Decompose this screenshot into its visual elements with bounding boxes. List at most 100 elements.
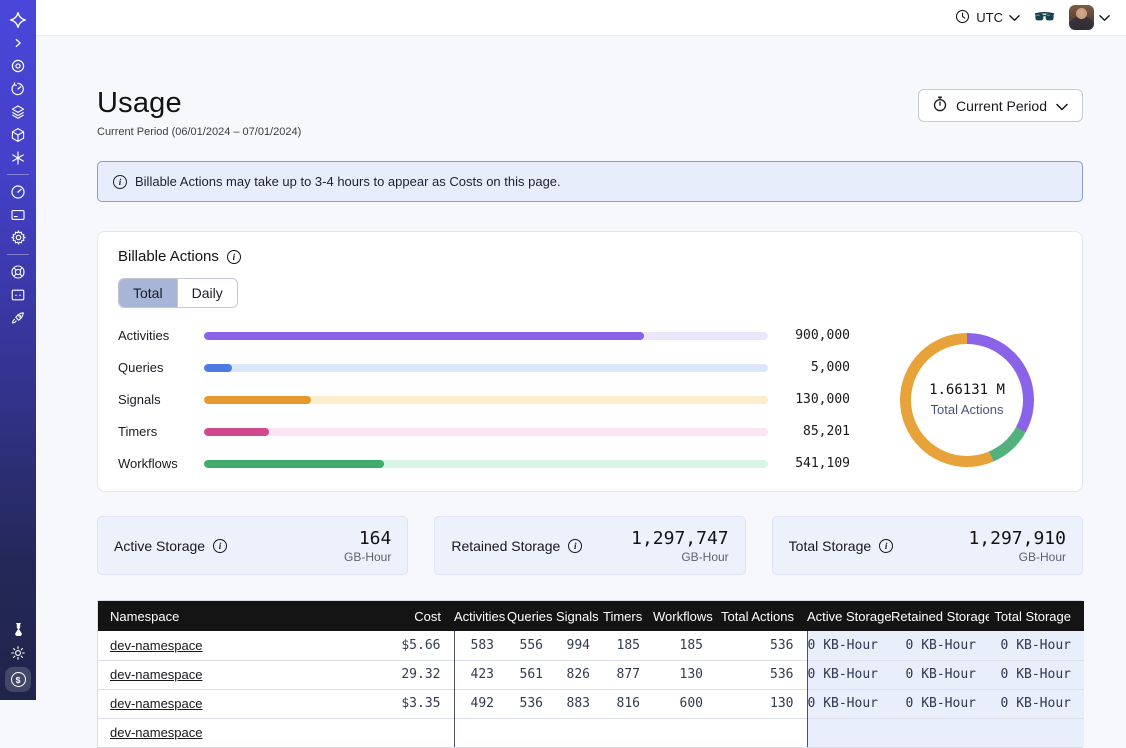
total-actions-label: Total Actions <box>931 402 1004 417</box>
cell-activities: 583 <box>454 631 507 660</box>
table-row: dev-namespace <box>98 718 1084 747</box>
glasses-icon[interactable] <box>1034 10 1055 25</box>
cell-active-storage: 0 KB-Hour <box>807 689 891 718</box>
timezone-label: UTC <box>976 10 1003 25</box>
dollar-coin-icon[interactable]: $ <box>5 667 31 692</box>
table-header-row: Namespace Cost Activities Queries Signal… <box>98 601 1084 631</box>
cell-queries: 536 <box>507 689 556 718</box>
namespaces-eye-icon[interactable] <box>5 55 31 76</box>
sun-theme-icon[interactable] <box>5 642 31 663</box>
col-retained-storage: Retained Storage <box>891 601 989 631</box>
cell-queries: 561 <box>507 660 556 689</box>
cell-queries <box>507 718 556 747</box>
bar-value: 900,000 <box>778 328 850 343</box>
cell-total-storage <box>989 718 1084 747</box>
bar-fill <box>204 428 269 436</box>
page-subtitle: Current Period (06/01/2024 – 07/01/2024) <box>97 126 301 138</box>
info-icon[interactable]: i <box>213 539 227 553</box>
tab-daily[interactable]: Daily <box>177 279 237 307</box>
cell-active-storage: 0 KB-Hour <box>807 660 891 689</box>
info-icon[interactable]: i <box>568 539 582 553</box>
topbar: UTC <box>36 0 1126 36</box>
namespace-link[interactable]: dev-namespace <box>110 667 203 682</box>
cell-total-actions: 536 <box>716 631 807 660</box>
cell-workflows: 185 <box>653 631 716 660</box>
info-icon[interactable]: i <box>879 539 893 553</box>
cell-timers: 877 <box>603 660 653 689</box>
tab-total[interactable]: Total <box>119 279 177 307</box>
bar-fill <box>204 396 311 404</box>
bar-chart: Activities 900,000 Queries 5,000 Signals… <box>118 328 872 471</box>
history-dial-icon[interactable] <box>5 78 31 99</box>
sidebar: $ <box>0 0 36 700</box>
col-active-storage: Active Storage <box>807 601 891 631</box>
info-icon[interactable]: i <box>227 250 241 264</box>
storage-cards-row: Active Storage i 164 GB-Hour Retained St… <box>97 516 1083 575</box>
bar-fill <box>204 364 232 372</box>
banner-text: Billable Actions may take up to 3-4 hour… <box>135 174 561 189</box>
layers-icon[interactable] <box>5 101 31 122</box>
cell-total-storage: 0 KB-Hour <box>989 631 1084 660</box>
cell-signals: 883 <box>556 689 603 718</box>
cell-cost: 29.32 <box>357 660 454 689</box>
bar-track <box>204 396 768 404</box>
cell-cost <box>357 718 454 747</box>
asterisk-icon[interactable] <box>5 147 31 168</box>
expand-chevron-icon[interactable] <box>5 32 31 53</box>
rocket-icon[interactable] <box>5 307 31 328</box>
total-daily-tabs: Total Daily <box>118 278 238 308</box>
bar-label: Workflows <box>118 456 194 471</box>
cell-queries: 556 <box>507 631 556 660</box>
gear-settings-icon[interactable] <box>5 227 31 248</box>
stopwatch-icon <box>933 96 947 115</box>
bar-value: 130,000 <box>778 392 850 407</box>
bar-track <box>204 460 768 468</box>
bar-label: Timers <box>118 424 194 439</box>
sidebar-divider <box>7 254 29 255</box>
storage-card: Retained Storage i 1,297,747 GB-Hour <box>434 516 745 575</box>
account-menu[interactable] <box>1069 5 1110 30</box>
period-button-label: Current Period <box>956 98 1047 114</box>
billable-actions-card: Billable Actions i Total Daily Activitie… <box>97 231 1083 492</box>
bar-row: Workflows 541,109 <box>118 456 850 471</box>
table-row: dev-namespace $5.66 583 556 994 185 185 … <box>98 631 1084 660</box>
donut-ring: 1.66131 M Total Actions <box>900 333 1034 467</box>
namespace-link[interactable]: dev-namespace <box>110 725 203 740</box>
table-body: dev-namespace $5.66 583 556 994 185 185 … <box>98 631 1084 747</box>
col-activities: Activities <box>454 601 507 631</box>
namespace-link[interactable]: dev-namespace <box>110 638 203 653</box>
cell-retained-storage: 0 KB-Hour <box>891 631 989 660</box>
bar-label: Queries <box>118 360 194 375</box>
terminal-screen-icon[interactable] <box>5 284 31 305</box>
table-row: dev-namespace $3.35 492 536 883 816 600 … <box>98 689 1084 718</box>
cell-retained-storage: 0 KB-Hour <box>891 660 989 689</box>
table-row: dev-namespace 29.32 423 561 826 877 130 … <box>98 660 1084 689</box>
avatar <box>1069 5 1094 30</box>
cell-cost: $3.35 <box>357 689 454 718</box>
temporal-logo-icon[interactable] <box>5 9 31 30</box>
bar-row: Signals 130,000 <box>118 392 850 407</box>
current-period-dropdown[interactable]: Current Period <box>918 89 1083 122</box>
gauge-usage-icon[interactable] <box>5 181 31 202</box>
storage-card-unit: GB-Hour <box>344 550 391 564</box>
storage-card-value: 164 <box>344 528 391 549</box>
col-timers: Timers <box>603 601 653 631</box>
credit-card-icon[interactable] <box>5 204 31 225</box>
bar-track <box>204 332 768 340</box>
bar-value: 541,109 <box>778 456 850 471</box>
col-total-storage: Total Storage <box>989 601 1084 631</box>
cell-total-storage: 0 KB-Hour <box>989 660 1084 689</box>
cell-total-actions: 130 <box>716 689 807 718</box>
info-banner: i Billable Actions may take up to 3-4 ho… <box>97 161 1083 202</box>
lifebuoy-support-icon[interactable] <box>5 261 31 282</box>
flask-labs-icon[interactable] <box>5 619 31 640</box>
bar-row: Timers 85,201 <box>118 424 850 439</box>
main-content: Usage Current Period (06/01/2024 – 07/01… <box>36 36 1126 748</box>
cell-total-actions <box>716 718 807 747</box>
cube-icon[interactable] <box>5 124 31 145</box>
cell-active-storage <box>807 718 891 747</box>
info-icon[interactable]: i <box>113 175 127 189</box>
timezone-picker[interactable]: UTC <box>955 9 1020 27</box>
storage-card-value: 1,297,747 <box>631 528 729 549</box>
namespace-link[interactable]: dev-namespace <box>110 696 203 711</box>
